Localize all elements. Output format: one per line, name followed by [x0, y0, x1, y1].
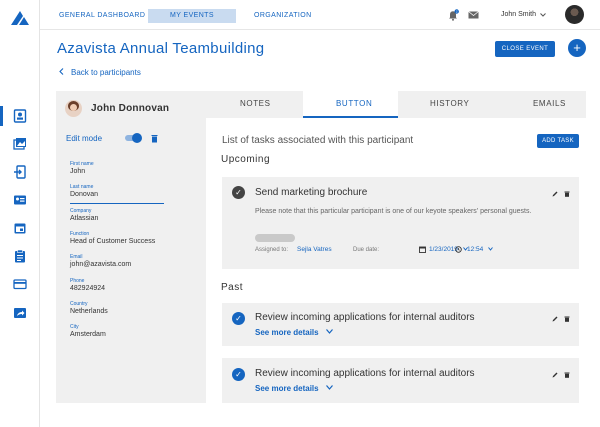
due-date-value[interactable]: 1/23/2019: [429, 246, 458, 253]
task-title: Send marketing brochure: [255, 187, 368, 198]
task-description: Please note that this particular partici…: [255, 208, 532, 215]
see-more-label: See more details: [255, 328, 319, 337]
trash-icon[interactable]: [564, 316, 570, 322]
task-complete-check-icon[interactable]: ✓: [232, 368, 245, 381]
task-card-past-2[interactable]: ✓ Review incoming applications for inter…: [222, 358, 579, 403]
due-date-label: Due date:: [353, 247, 380, 253]
trash-icon[interactable]: [564, 191, 570, 197]
participant-panel: John Donnovan Edit mode First name John …: [56, 91, 206, 403]
field-value-email[interactable]: john@azavista.com: [70, 261, 131, 268]
upcoming-heading: Upcoming: [221, 154, 271, 165]
mail-icon[interactable]: [468, 11, 479, 19]
chevron-down-icon: [325, 329, 333, 334]
edit-mode-label: Edit mode: [66, 134, 103, 143]
import-icon[interactable]: [13, 165, 27, 179]
field-label-city: City: [70, 324, 79, 330]
see-more-details-link[interactable]: See more details: [255, 384, 333, 393]
app-window: GENERAL DASHBOARD MY EVENTS ORGANIZATION…: [0, 0, 600, 427]
field-value-last-name[interactable]: Donovan: [70, 191, 98, 198]
past-heading: Past: [221, 282, 244, 293]
calendar-icon[interactable]: [13, 221, 27, 235]
trash-icon[interactable]: [564, 372, 570, 378]
see-more-label: See more details: [255, 384, 319, 393]
close-event-button[interactable]: CLOSE EVENT: [495, 41, 555, 57]
last-name-field-focus-line: [70, 203, 164, 204]
field-label-last-name: Last name: [70, 184, 94, 190]
tab-history[interactable]: HISTORY: [430, 99, 469, 108]
field-label-function: Function: [70, 231, 90, 237]
field-label-company: Company: [70, 208, 92, 214]
task-done-check-icon[interactable]: ✓: [232, 186, 245, 199]
active-tab-underline: [303, 116, 398, 118]
task-title: Review incoming applications for interna…: [255, 368, 475, 379]
chevron-left-icon: [59, 68, 64, 75]
chevron-down-icon[interactable]: [488, 247, 493, 251]
due-time-value[interactable]: 12:54: [467, 246, 483, 253]
back-to-participants-link[interactable]: Back to participants: [59, 68, 141, 77]
pencil-icon[interactable]: [552, 372, 558, 378]
clock-icon: [455, 246, 462, 253]
tab-emails[interactable]: EMAILS: [533, 99, 566, 108]
rail-active-indicator: [0, 106, 3, 126]
participant-avatar: [65, 100, 82, 117]
tasks-heading: List of tasks associated with this parti…: [222, 135, 414, 146]
tab-notes[interactable]: NOTES: [240, 99, 271, 108]
pencil-icon[interactable]: [552, 191, 558, 197]
user-avatar[interactable]: [565, 5, 584, 24]
see-more-details-link[interactable]: See more details: [255, 328, 333, 337]
field-value-country[interactable]: Netherlands: [70, 308, 108, 315]
field-label-country: Country: [70, 301, 88, 307]
field-label-phone: Phone: [70, 278, 85, 284]
task-tag-pill: [255, 234, 295, 242]
participant-tabs: NOTES BUTTON HISTORY EMAILS: [206, 91, 586, 118]
participant-name: John Donnovan: [91, 103, 170, 114]
azavista-logo-icon[interactable]: [9, 10, 31, 26]
task-card-past-1[interactable]: ✓ Review incoming applications for inter…: [222, 303, 579, 346]
gallery-icon[interactable]: [13, 137, 27, 151]
user-menu-name[interactable]: John Smith: [501, 11, 536, 18]
field-label-first-name: First name: [70, 161, 94, 167]
field-value-phone[interactable]: 482924924: [70, 285, 105, 292]
task-card-upcoming[interactable]: ✓ Send marketing brochure Please note th…: [222, 177, 579, 269]
page-title: Azavista Annual Teambuilding: [57, 40, 265, 57]
clipboard-icon[interactable]: [13, 249, 27, 263]
field-label-email: Email: [70, 254, 83, 260]
back-link-label: Back to participants: [71, 68, 141, 77]
calendar-icon: [419, 246, 426, 253]
field-value-function[interactable]: Head of Customer Success: [70, 238, 155, 245]
nav-tab-organization[interactable]: ORGANIZATION: [254, 9, 312, 23]
task-complete-check-icon[interactable]: ✓: [232, 312, 245, 325]
task-title: Review incoming applications for interna…: [255, 312, 475, 323]
trash-icon[interactable]: [151, 134, 158, 143]
top-navigation: GENERAL DASHBOARD MY EVENTS ORGANIZATION…: [40, 0, 600, 30]
bell-icon[interactable]: 2: [448, 9, 459, 21]
assigned-to-label: Assigned to:: [255, 247, 289, 253]
chevron-down-icon[interactable]: [540, 13, 546, 17]
participant-card-icon[interactable]: [13, 109, 27, 123]
nav-tab-my-events[interactable]: MY EVENTS: [148, 9, 236, 23]
field-value-city[interactable]: Amsterdam: [70, 331, 106, 338]
edit-mode-toggle[interactable]: [125, 133, 142, 143]
add-button[interactable]: +: [568, 39, 586, 57]
credit-card-icon[interactable]: [13, 277, 27, 291]
left-rail: [0, 0, 40, 427]
field-value-company[interactable]: Atlassian: [70, 215, 98, 222]
add-task-button[interactable]: ADD TASK: [537, 134, 579, 148]
assignee-name[interactable]: Sejla Vatres: [297, 246, 332, 253]
chevron-down-icon: [325, 385, 333, 390]
export-icon[interactable]: [13, 306, 27, 320]
badge-icon[interactable]: [13, 193, 27, 207]
pencil-icon[interactable]: [552, 316, 558, 322]
field-value-first-name[interactable]: John: [70, 168, 85, 175]
tab-button[interactable]: BUTTON: [336, 99, 372, 108]
nav-tab-general-dashboard[interactable]: GENERAL DASHBOARD: [59, 9, 145, 23]
